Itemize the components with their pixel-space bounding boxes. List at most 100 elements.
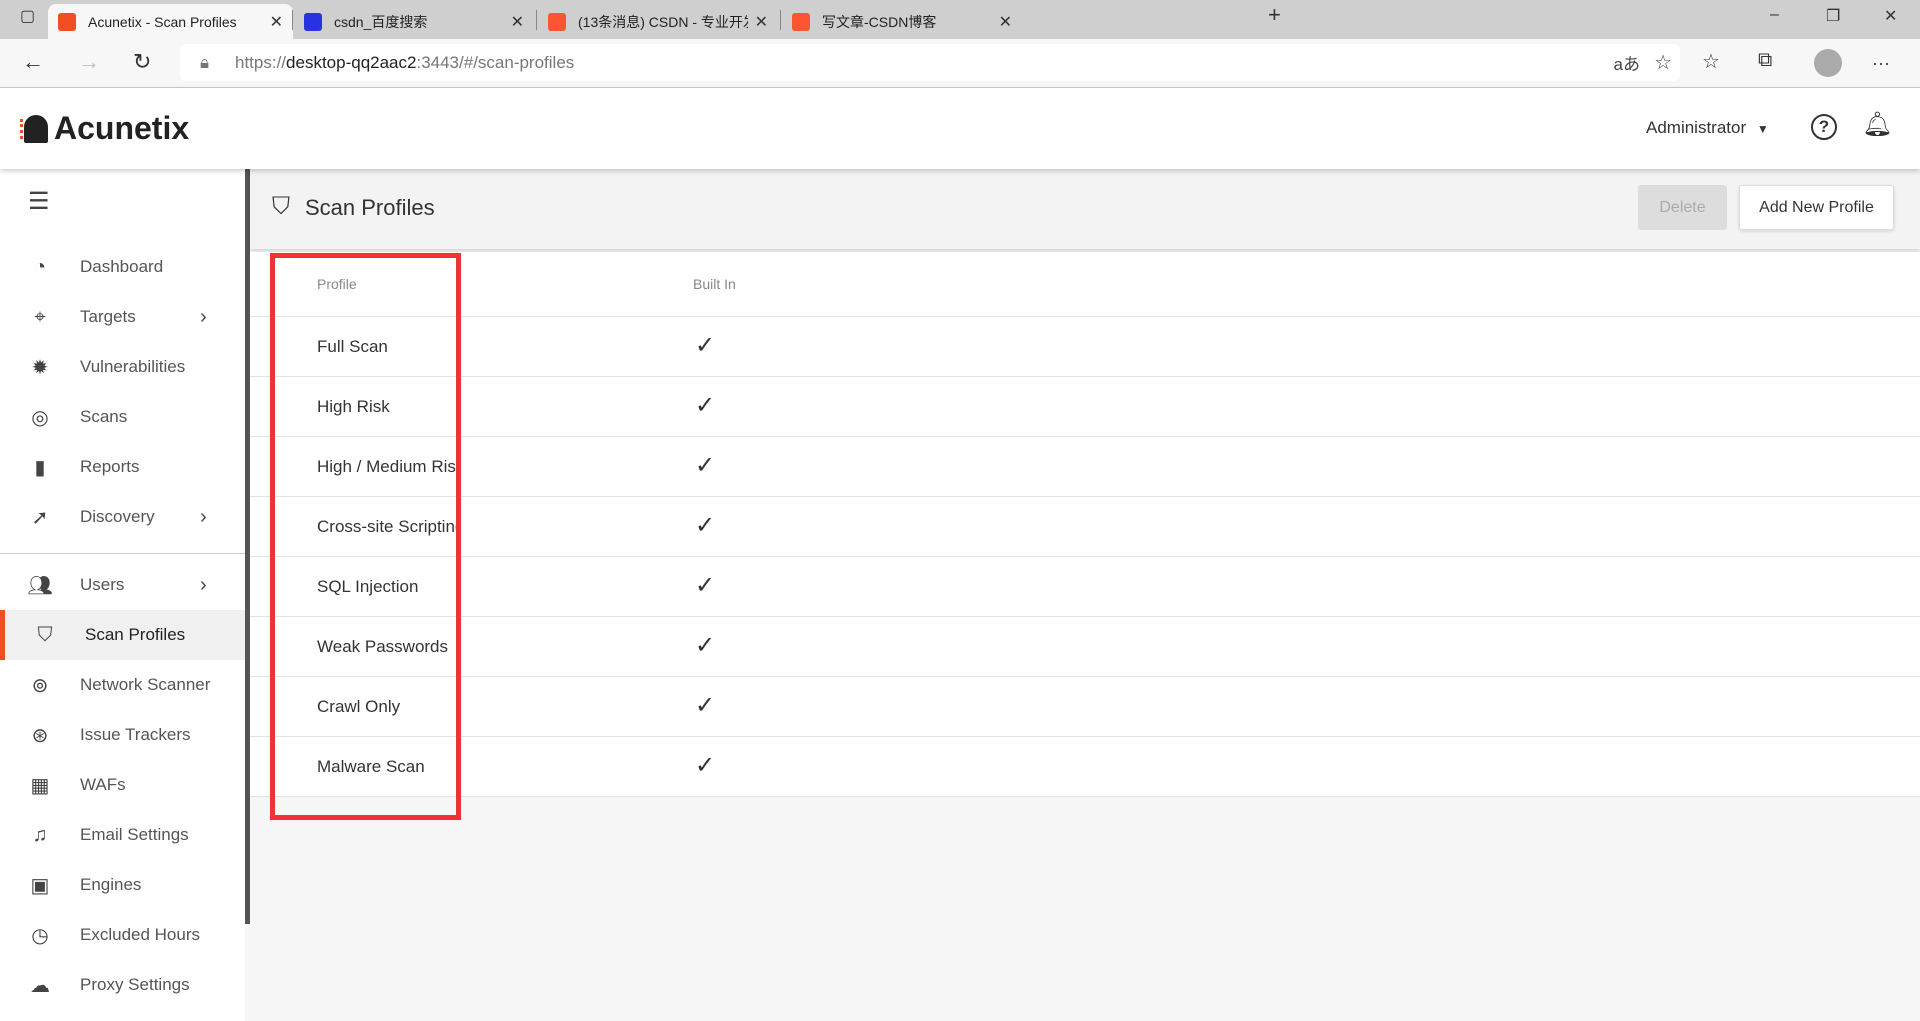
lock-icon[interactable]: 🔒︎: [200, 53, 209, 73]
close-tab-icon[interactable]: ✕: [270, 12, 283, 32]
table-row[interactable]: Cross-site Scripting ✓: [250, 497, 1920, 557]
table-row[interactable]: SQL Injection ✓: [250, 557, 1920, 617]
sidebar-item-proxy-settings[interactable]: ☁ Proxy Settings: [0, 960, 245, 1010]
restore-button[interactable]: ❐: [1826, 6, 1840, 26]
sidebar-item-dashboard[interactable]: ◔ Dashboard: [0, 242, 245, 292]
profile-cell: Cross-site Scripting: [250, 497, 456, 556]
chevron-right-icon[interactable]: ›: [200, 574, 207, 597]
tab-title: (13条消息) CSDN - 专业开发者社: [578, 13, 748, 30]
sidebar-item-issue-trackers[interactable]: ⊛ Issue Trackers: [0, 710, 245, 760]
help-icon[interactable]: ?: [1811, 114, 1837, 140]
browser-tab-bar: ▢ Acunetix - Scan Profiles ✕ csdn_百度搜索 ✕ (13…: [0, 0, 1920, 39]
sidebar-item-scan-profiles[interactable]: ⛉ Scan Profiles: [0, 610, 245, 660]
table-row[interactable]: Malware Scan ✓: [250, 737, 1920, 797]
chevron-right-icon[interactable]: ›: [200, 506, 207, 529]
sidebar-divider: [0, 553, 245, 554]
close-window-button[interactable]: ✕: [1884, 6, 1897, 26]
sidebar-item-targets[interactable]: ⌖ Targets ›: [0, 292, 245, 342]
forward-icon[interactable]: →: [78, 49, 100, 75]
check-icon: ✓: [695, 632, 716, 659]
hamburger-menu-icon[interactable]: ☰: [28, 187, 50, 216]
table-row[interactable]: Weak Passwords ✓: [250, 617, 1920, 677]
tab-actions-icon[interactable]: ▢: [20, 6, 35, 26]
bell-icon[interactable]: 🔔︎: [1862, 110, 1892, 139]
column-header-profile[interactable]: Profile: [317, 276, 357, 292]
network-icon: ⊚: [31, 674, 49, 697]
table-row[interactable]: Full Scan ✓: [250, 317, 1920, 377]
sidebar-item-reports[interactable]: ▮ Reports: [0, 442, 245, 492]
table-row[interactable]: High Risk ✓: [250, 377, 1920, 437]
sidebar-item-scans[interactable]: ◎ Scans: [0, 392, 245, 442]
tab-separator: [780, 10, 781, 30]
sidebar-item-excluded-hours[interactable]: ◷ Excluded Hours: [0, 910, 245, 960]
profiles-table: Profile Built In Full Scan ✓ High Risk ✓ Hig…: [250, 252, 1920, 797]
radar-icon: ◎: [31, 406, 49, 429]
sidebar-item-engines[interactable]: ▣ Engines: [0, 860, 245, 910]
favorite-add-icon[interactable]: ☆: [1654, 50, 1672, 75]
check-icon: ✓: [695, 752, 716, 779]
close-tab-icon[interactable]: ✕: [511, 12, 524, 32]
profile-name[interactable]: Malware Scan: [317, 757, 425, 777]
check-icon: ✓: [695, 392, 716, 419]
more-icon[interactable]: ···: [1872, 53, 1890, 74]
profile-cell: Malware Scan: [250, 737, 456, 796]
close-tab-icon[interactable]: ✕: [755, 12, 768, 32]
caret-down-icon: ▼: [1756, 122, 1769, 136]
profile-name[interactable]: Crawl Only: [317, 697, 400, 717]
page-title: Scan Profiles: [305, 195, 435, 220]
column-header-built-in[interactable]: Built In: [693, 276, 736, 292]
favicon-icon: [548, 12, 566, 31]
profile-name[interactable]: High / Medium Risk: [317, 457, 456, 477]
gauge-icon: ◔: [33, 255, 47, 278]
compass-icon: ➚: [31, 506, 49, 529]
browser-tab[interactable]: (13条消息) CSDN - 专业开发者社 ✕: [538, 4, 778, 39]
profile-name[interactable]: SQL Injection: [317, 577, 418, 597]
table-row[interactable]: High / Medium Risk ✓: [250, 437, 1920, 497]
sidebar-item-discovery[interactable]: ➚ Discovery ›: [0, 492, 245, 542]
user-menu[interactable]: Administrator ▼: [1646, 118, 1769, 138]
profile-avatar[interactable]: [1814, 49, 1842, 77]
check-icon: ✓: [695, 692, 716, 719]
add-new-profile-button[interactable]: Add New Profile: [1739, 185, 1894, 230]
shield-icon: ⛉: [37, 623, 53, 646]
sidebar-item-email-settings[interactable]: ♫ Email Settings: [0, 810, 245, 860]
translate-icon[interactable]: aあ: [1614, 50, 1640, 75]
sidebar-item-wafs[interactable]: ▦ WAFs: [0, 760, 245, 810]
new-tab-button[interactable]: +: [1268, 2, 1281, 28]
bug-search-icon: ⊛: [31, 724, 49, 747]
profile-name[interactable]: Cross-site Scripting: [317, 517, 456, 537]
sidebar-item-vulnerabilities[interactable]: ✹ Vulnerabilities: [0, 342, 245, 392]
back-icon[interactable]: ←: [22, 49, 44, 75]
target-icon: ⌖: [34, 305, 46, 328]
url-input[interactable]: 🔒︎ https://desktop-qq2aac2:3443/#/scan-p…: [180, 44, 1680, 81]
profile-name[interactable]: Full Scan: [317, 337, 388, 357]
acunetix-logo[interactable]: Acunetix: [20, 110, 189, 147]
app-header: Acunetix Administrator ▼ ? 🔔︎: [0, 88, 1920, 169]
profile-cell: Full Scan: [250, 317, 456, 376]
sidebar-item-users[interactable]: 👥︎ Users ›: [0, 560, 245, 610]
favicon-icon: [304, 12, 322, 31]
profile-cell: SQL Injection: [250, 557, 456, 616]
table-row[interactable]: Crawl Only ✓: [250, 677, 1920, 737]
address-bar-area: ← → ↻ 🔒︎ https://desktop-qq2aac2:3443/#/…: [0, 39, 1920, 88]
profile-cell: High / Medium Risk: [250, 437, 456, 496]
check-icon: ✓: [695, 572, 716, 599]
profile-name[interactable]: Weak Passwords: [317, 637, 448, 657]
delete-button[interactable]: Delete: [1638, 185, 1727, 230]
reload-icon[interactable]: ↻: [133, 49, 151, 75]
shield-icon: ⛉: [272, 193, 290, 220]
tab-title: Acunetix - Scan Profiles: [88, 13, 237, 30]
favorites-icon[interactable]: ☆: [1702, 49, 1720, 74]
clock-icon: ◷: [31, 924, 49, 947]
firewall-icon: ▦: [30, 774, 50, 797]
close-tab-icon[interactable]: ✕: [999, 12, 1012, 32]
browser-tab[interactable]: csdn_百度搜索 ✕: [294, 4, 534, 39]
profile-name[interactable]: High Risk: [317, 397, 390, 417]
browser-tab[interactable]: Acunetix - Scan Profiles ✕: [48, 4, 293, 39]
sidebar-item-network-scanner[interactable]: ⊚ Network Scanner: [0, 660, 245, 710]
chevron-right-icon[interactable]: ›: [200, 306, 207, 329]
minimize-button[interactable]: –: [1770, 6, 1779, 24]
collections-icon[interactable]: ⧉: [1758, 49, 1772, 72]
browser-tab[interactable]: 写文章-CSDN博客 ✕: [782, 4, 1022, 39]
tab-separator: [536, 10, 537, 30]
